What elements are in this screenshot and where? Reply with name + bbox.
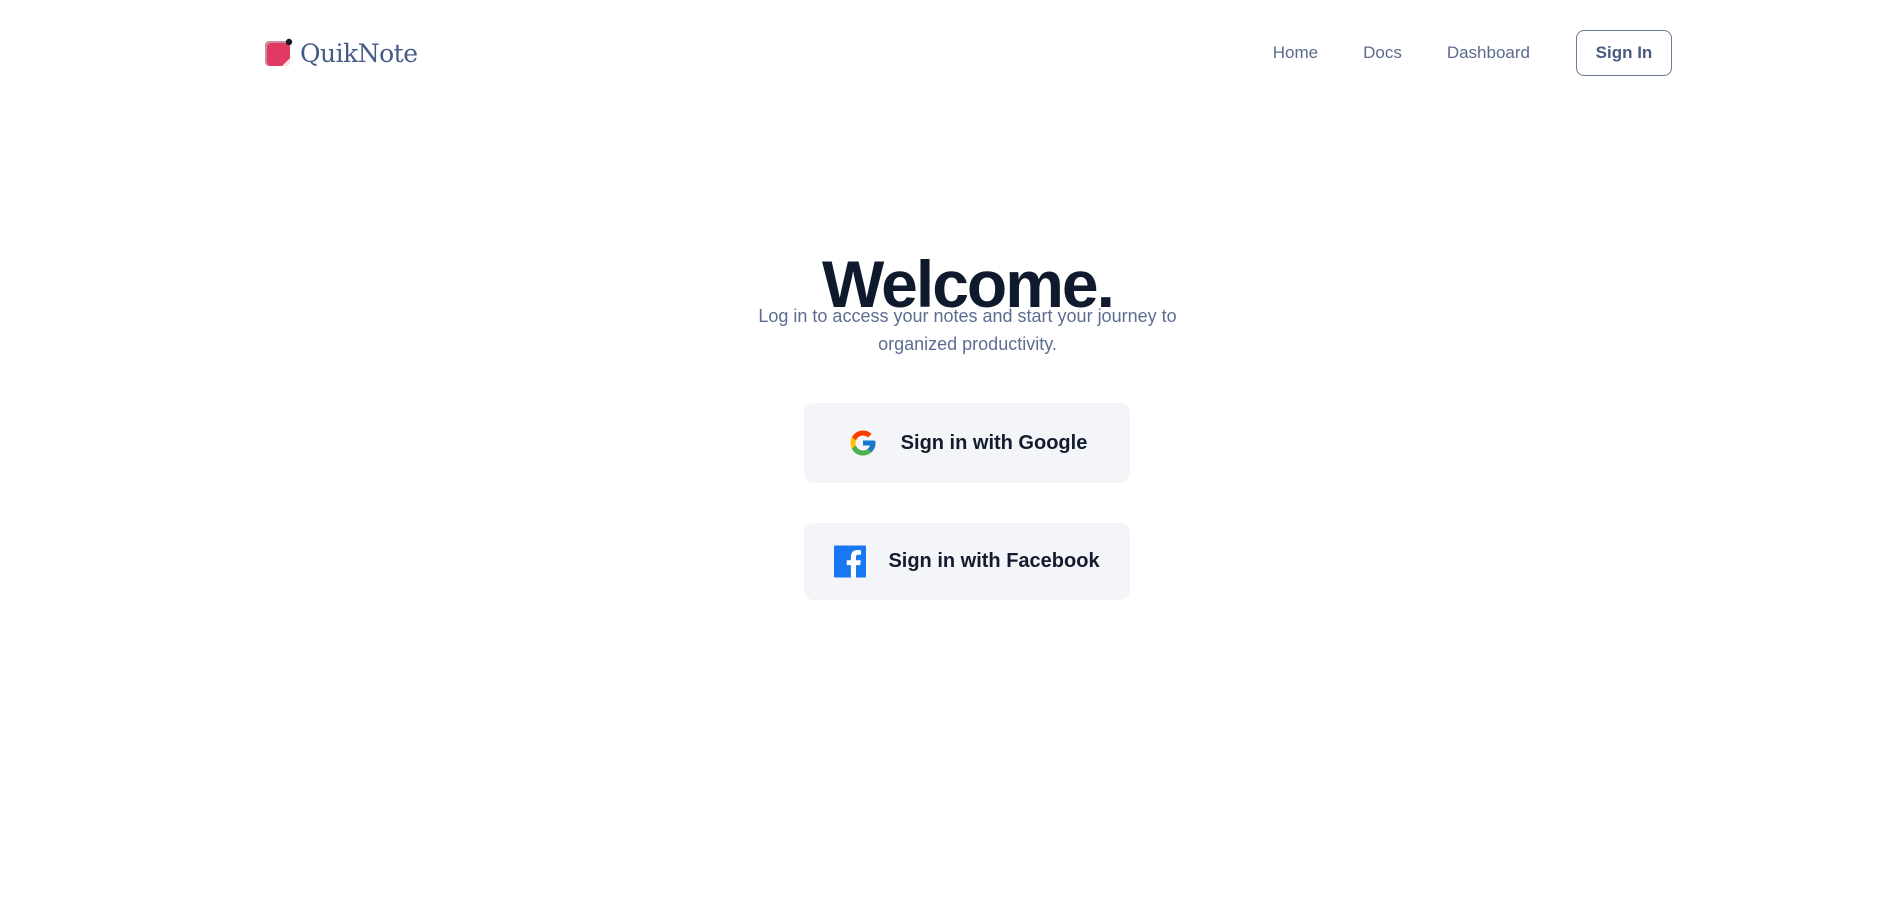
sign-in-facebook-button[interactable]: Sign in with Facebook — [804, 523, 1130, 600]
sign-in-button[interactable]: Sign In — [1576, 30, 1672, 76]
brand-name: QuikNote — [300, 38, 418, 68]
sign-in-facebook-label: Sign in with Facebook — [888, 550, 1100, 572]
nav-link-home[interactable]: Home — [1273, 43, 1318, 63]
sign-in-google-label: Sign in with Google — [900, 431, 1088, 454]
site-header: QuikNote Home Docs Dashboard Sign In — [264, 29, 1672, 77]
google-icon — [847, 427, 879, 459]
welcome-subtitle-line-2: organized productivity. — [878, 334, 1057, 354]
nav-link-dashboard[interactable]: Dashboard — [1447, 43, 1530, 63]
quiknote-logo-icon — [264, 38, 294, 68]
nav-link-docs[interactable]: Docs — [1363, 43, 1402, 63]
welcome-subtitle-line-1: Log in to access your notes and start yo… — [758, 306, 1177, 326]
facebook-icon — [834, 545, 867, 578]
login-page: QuikNote Home Docs Dashboard Sign In Wel… — [0, 0, 1901, 900]
brand[interactable]: QuikNote — [264, 35, 418, 71]
sign-in-google-button[interactable]: Sign in with Google — [804, 403, 1130, 483]
main-nav: Home Docs Dashboard Sign In — [1273, 29, 1672, 77]
welcome-subtitle: Log in to access your notes and start yo… — [0, 302, 1901, 358]
